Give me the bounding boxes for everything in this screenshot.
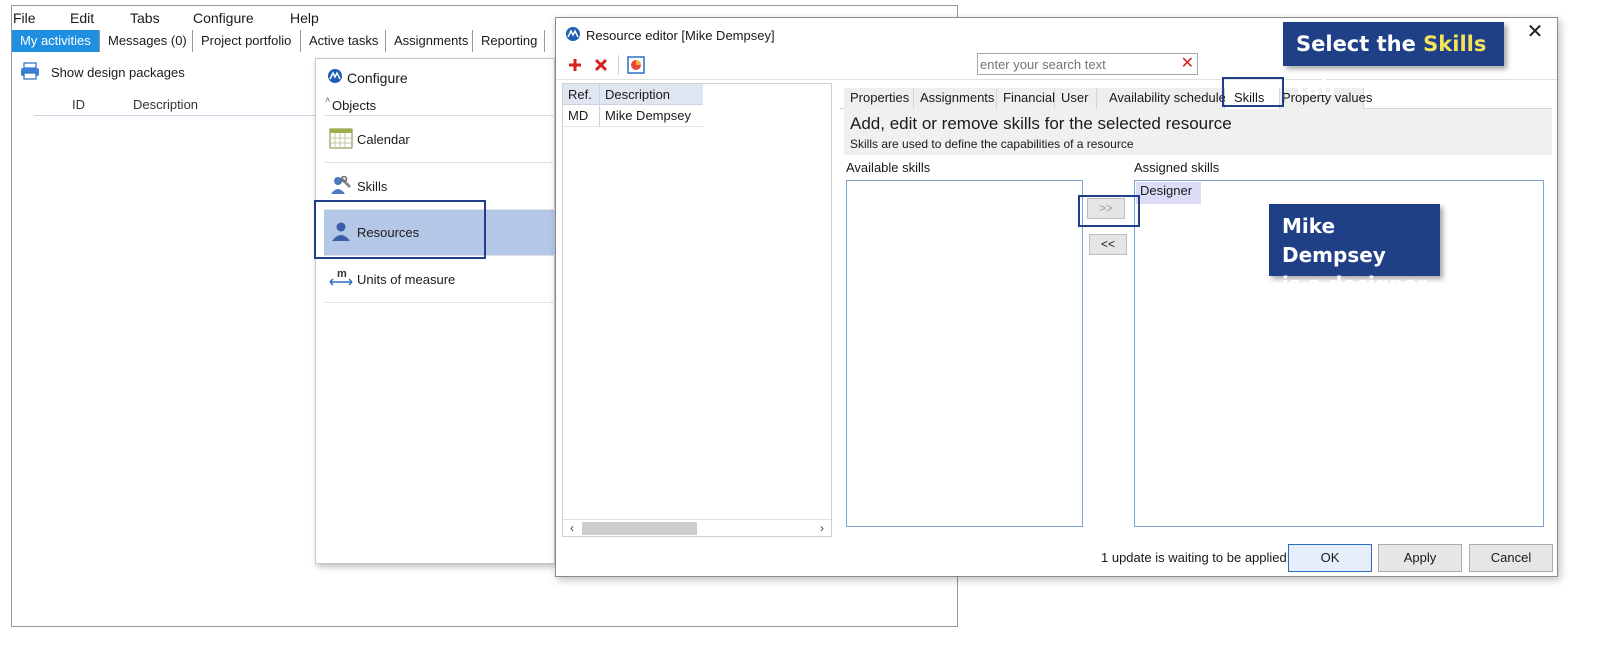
calendar-icon bbox=[329, 127, 353, 152]
dialog-title: Resource editor [Mike Dempsey] bbox=[586, 28, 775, 43]
scrollbar-thumb[interactable] bbox=[582, 522, 697, 535]
dialog-toolbar bbox=[564, 54, 651, 76]
svg-text:m: m bbox=[337, 268, 347, 280]
list-item[interactable]: Designer bbox=[1136, 182, 1201, 204]
dialog-title-bar: Resource editor [Mike Dempsey] bbox=[565, 26, 775, 45]
printer-icon bbox=[20, 61, 40, 83]
configure-item-label: Calendar bbox=[357, 132, 410, 147]
tab-reporting[interactable]: Reporting bbox=[473, 30, 545, 52]
horizontal-scrollbar[interactable]: ‹ › bbox=[563, 519, 831, 536]
toolbar-divider bbox=[556, 79, 1557, 80]
callout-text: tab bbox=[1296, 76, 1336, 100]
col-id-header[interactable]: ID bbox=[72, 97, 85, 112]
table-row[interactable]: MD Mike Dempsey bbox=[563, 105, 703, 127]
tab-messages[interactable]: Messages (0) bbox=[100, 30, 193, 52]
available-skills-list[interactable] bbox=[846, 180, 1083, 527]
configure-item-label: Units of measure bbox=[357, 272, 456, 287]
tab-user[interactable]: User bbox=[1055, 88, 1097, 109]
row-ref: MD bbox=[568, 108, 589, 123]
menu-configure[interactable]: Configure bbox=[193, 10, 254, 26]
tab-properties[interactable]: Properties bbox=[844, 88, 914, 109]
callout-line: is a designer bbox=[1282, 272, 1427, 296]
configure-title: Configure bbox=[327, 68, 408, 87]
column-divider bbox=[599, 84, 600, 127]
tab-availability-schedule[interactable]: Availability schedule bbox=[1097, 88, 1226, 109]
toolbar-separator bbox=[618, 55, 619, 75]
tab-project-portfolio[interactable]: Project portfolio bbox=[193, 30, 301, 52]
configure-item-label: Skills bbox=[357, 179, 388, 194]
ok-button[interactable]: OK bbox=[1288, 544, 1372, 572]
skills-tab-highlight-box bbox=[1222, 77, 1284, 107]
resource-grid: Ref. Description MD Mike Dempsey ‹ › bbox=[562, 83, 832, 537]
designer-callout: Mike Dempsey is a designer bbox=[1269, 204, 1440, 296]
skills-icon bbox=[329, 174, 353, 199]
units-measure-icon: m bbox=[329, 267, 353, 292]
delete-icon[interactable] bbox=[590, 54, 612, 76]
show-design-packages-label: Show design packages bbox=[51, 64, 185, 80]
search-input[interactable] bbox=[980, 56, 1174, 72]
assigned-skills-label: Assigned skills bbox=[1134, 160, 1220, 175]
app-logo-icon bbox=[565, 26, 581, 45]
configure-panel: Configure ˄ Objects Calendar Skills Reso… bbox=[315, 58, 556, 564]
report-icon[interactable] bbox=[625, 54, 647, 76]
skills-header-subtitle: Skills are used to define the capabiliti… bbox=[850, 137, 1134, 151]
callout-line: Mike Dempsey bbox=[1282, 214, 1386, 267]
collapse-caret-icon[interactable]: ˄ bbox=[325, 95, 330, 105]
search-input-box[interactable]: ✕ bbox=[977, 53, 1198, 75]
col-ref-header[interactable]: Ref. bbox=[568, 87, 592, 102]
tab-assignments[interactable]: Assignments bbox=[386, 30, 473, 52]
tab-active-tasks[interactable]: Active tasks bbox=[301, 30, 386, 52]
tab-assignments[interactable]: Assignments bbox=[914, 88, 997, 109]
clear-search-icon[interactable]: ✕ bbox=[1181, 55, 1194, 73]
configure-title-text: Configure bbox=[347, 69, 408, 86]
show-design-packages-button[interactable]: Show design packages bbox=[20, 61, 185, 83]
menu-file[interactable]: File bbox=[13, 10, 36, 26]
configure-item-calendar[interactable]: Calendar bbox=[324, 117, 556, 163]
move-left-button[interactable]: << bbox=[1089, 234, 1127, 255]
apply-button[interactable]: Apply bbox=[1378, 544, 1462, 572]
app-grid-header: ID Description bbox=[34, 94, 334, 116]
select-skills-callout: Select the Skills tab bbox=[1283, 22, 1504, 100]
row-description: Mike Dempsey bbox=[605, 108, 691, 123]
configure-item-units-of-measure[interactable]: m Units of measure bbox=[324, 257, 556, 303]
cancel-button[interactable]: Cancel bbox=[1469, 544, 1553, 572]
resources-highlight-box bbox=[314, 200, 486, 259]
move-button-highlight-box bbox=[1078, 195, 1140, 227]
close-icon[interactable]: ✕ bbox=[1525, 22, 1545, 42]
skills-header-title: Add, edit or remove skills for the selec… bbox=[850, 114, 1232, 133]
available-skills-label: Available skills bbox=[846, 160, 931, 175]
tab-my-activities[interactable]: My activities bbox=[12, 30, 100, 52]
tab-financial[interactable]: Financial bbox=[997, 88, 1055, 109]
scroll-left-icon[interactable]: ‹ bbox=[565, 520, 579, 537]
menu-edit[interactable]: Edit bbox=[70, 10, 94, 26]
pending-updates-status: 1 update is waiting to be applied bbox=[1101, 550, 1287, 565]
add-icon[interactable] bbox=[564, 54, 586, 76]
resource-grid-header: Ref. Description bbox=[563, 84, 703, 105]
skills-header-panel: Add, edit or remove skills for the selec… bbox=[844, 109, 1552, 155]
objects-header-label: Objects bbox=[332, 98, 377, 113]
callout-highlight: Skills bbox=[1423, 32, 1487, 56]
app-logo-icon bbox=[327, 68, 343, 87]
scroll-right-icon[interactable]: › bbox=[815, 520, 829, 537]
callout-text: Select the bbox=[1296, 32, 1424, 56]
objects-header[interactable]: ˄ Objects bbox=[324, 95, 556, 116]
menu-help[interactable]: Help bbox=[290, 10, 319, 26]
menu-tabs[interactable]: Tabs bbox=[130, 10, 160, 26]
col-description-header[interactable]: Description bbox=[605, 87, 670, 102]
col-description-header[interactable]: Description bbox=[133, 97, 198, 112]
